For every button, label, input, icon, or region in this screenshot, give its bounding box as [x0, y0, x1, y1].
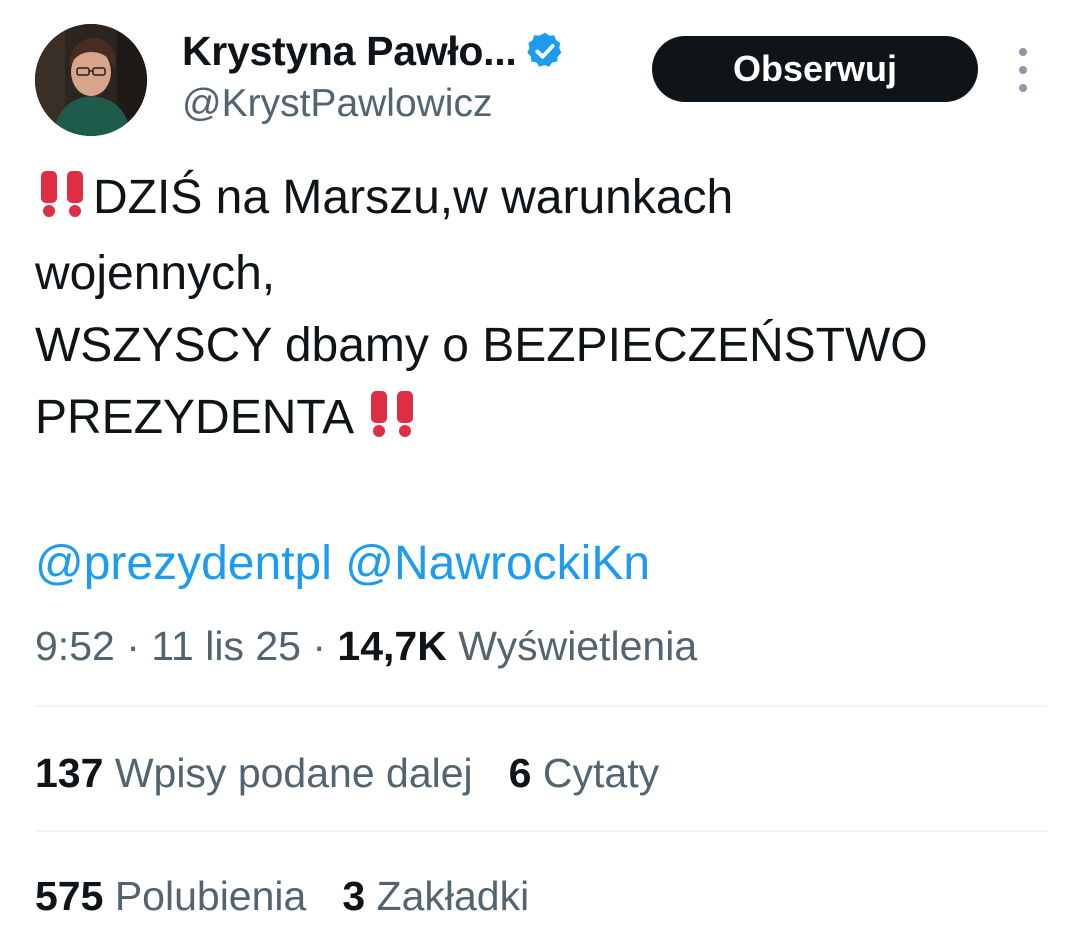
tweet-line-4-text: PREZYDENTA [35, 391, 352, 444]
dot [1019, 66, 1027, 74]
stats-row-likes: 575 Polubienia 3 Zakładki [35, 870, 565, 922]
tweet-line-1-text: DZIŚ na Marszu,w warunkach [93, 171, 734, 224]
views-count: 14,7K [337, 623, 447, 669]
tweet-line-1: DZIŚ na Marszu,w warunkach [35, 162, 1055, 238]
avatar-photo-icon [35, 24, 147, 136]
quotes-stat[interactable]: 6 Cytaty [509, 750, 659, 796]
tweet-mentions: @prezydentpl @NawrockiKn [35, 532, 650, 596]
divider [35, 830, 1047, 832]
tweet-line-3: WSZYSCY dbamy o BEZPIECZEŃSTWO [35, 319, 928, 372]
quotes-label: Cytaty [542, 750, 660, 796]
dot [1019, 84, 1027, 92]
likes-label: Polubienia [114, 873, 307, 919]
verified-badge-icon [524, 30, 566, 72]
more-vertical-icon[interactable] [1011, 48, 1035, 92]
mention-link[interactable]: @prezydentpl [35, 537, 332, 590]
avatar[interactable] [35, 24, 147, 136]
meta-separator: · [312, 623, 327, 669]
tweet-time[interactable]: 9:52 [35, 623, 115, 669]
tweet-line-4: PREZYDENTA [35, 382, 1055, 458]
reposts-label: Wpisy podane dalej [114, 750, 473, 796]
tweet-text: DZIŚ na Marszu,w warunkach wojennych, WS… [35, 162, 1055, 458]
reposts-stat[interactable]: 137 Wpisy podane dalej [35, 750, 473, 796]
double-exclamation-icon [365, 386, 423, 458]
meta-separator: · [126, 623, 140, 669]
mention-link[interactable]: @NawrockiKn [345, 537, 650, 590]
tweet-date[interactable]: 11 lis 25 [151, 623, 301, 669]
likes-stat[interactable]: 575 Polubienia [35, 873, 306, 919]
tweet-meta: 9:52 · 11 lis 25 · 14,7K Wyświetlenia [35, 620, 697, 672]
author-display-name[interactable]: Krystyna Pawło... [182, 28, 517, 75]
divider [35, 705, 1047, 707]
likes-count: 575 [35, 873, 104, 919]
bookmarks-stat[interactable]: 3 Zakładki [342, 873, 529, 919]
bookmarks-label: Zakładki [376, 873, 530, 919]
follow-button[interactable]: Obserwuj [652, 36, 978, 102]
double-exclamation-icon [35, 166, 93, 238]
tweet-line-2: wojennych, [35, 247, 276, 300]
views-label: Wyświetlenia [458, 623, 698, 669]
reposts-count: 137 [35, 750, 104, 796]
quotes-count: 6 [508, 750, 532, 796]
author-handle[interactable]: @KrystPawlowicz [182, 82, 492, 126]
stats-row-reposts: 137 Wpisy podane dalej 6 Cytaty [35, 747, 695, 799]
author-name-row[interactable]: Krystyna Pawło... [182, 26, 566, 76]
bookmarks-count: 3 [342, 873, 366, 919]
tweet-header: Krystyna Pawło... @KrystPawlowicz Obserw… [35, 24, 1045, 136]
dot [1019, 48, 1027, 56]
